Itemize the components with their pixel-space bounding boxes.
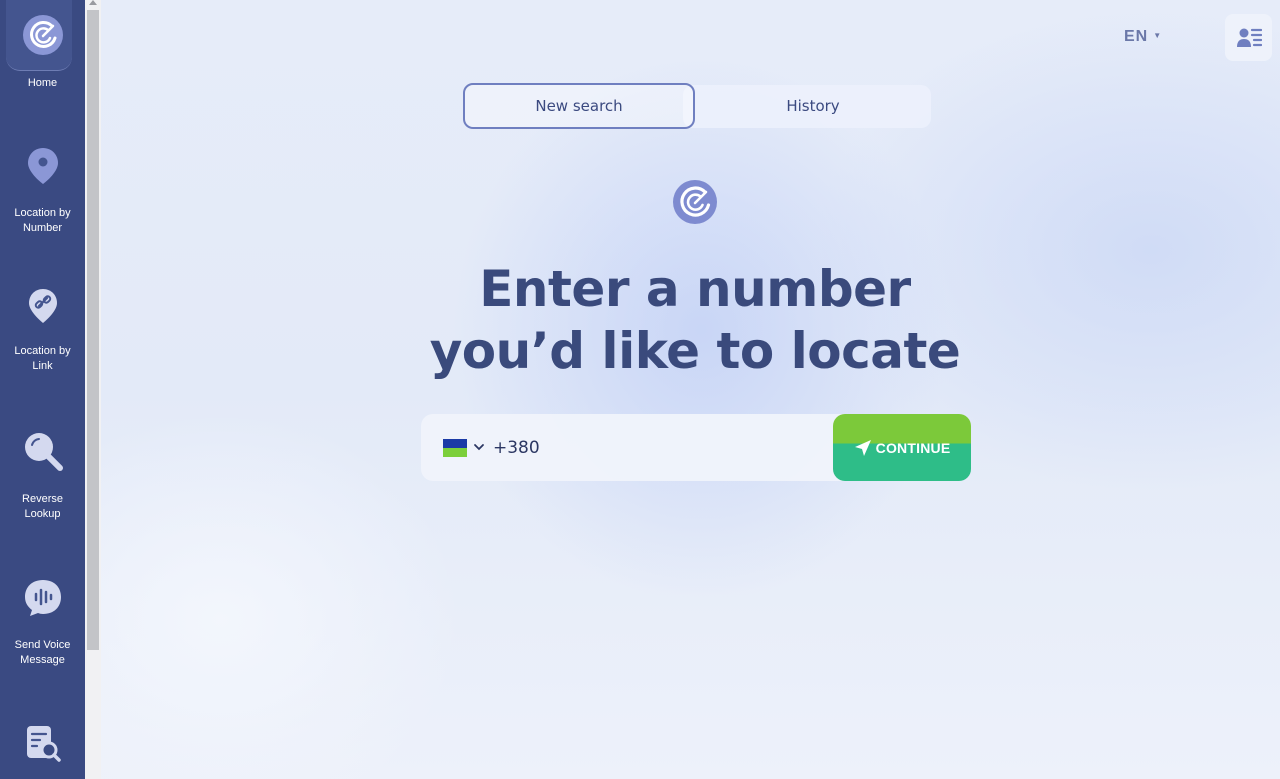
sidebar-item-location-by-number[interactable]: Location by Number [0, 146, 85, 236]
tab-new-search[interactable]: New search [463, 83, 695, 129]
country-flag-icon[interactable] [443, 439, 467, 457]
sidebar-item-home[interactable]: Home [0, 14, 85, 91]
link-pin-icon [28, 289, 57, 323]
sidebar-item-label: Location by Number [14, 207, 71, 234]
language-selector[interactable]: EN ▼ [1124, 28, 1162, 46]
search-tabs: New search History [463, 83, 931, 129]
map-pin-icon [27, 148, 58, 184]
sidebar: Home Location by Number Location by Link… [0, 0, 85, 779]
sidebar-item-label: Home [27, 77, 58, 89]
document-search-icon [26, 726, 61, 762]
radar-logo-icon [673, 180, 717, 224]
sidebar-item-label: Reverse Lookup [22, 493, 63, 520]
chevron-down-icon[interactable] [473, 442, 485, 452]
continue-button[interactable]: CONTINUE [833, 414, 971, 481]
send-arrow-icon [854, 439, 871, 456]
sidebar-item-label: Location by Link [14, 345, 71, 372]
tab-history[interactable]: History [695, 83, 931, 129]
sidebar-item-document-search[interactable] [0, 724, 85, 764]
sidebar-item-reverse-lookup[interactable]: Reverse Lookup [0, 430, 85, 522]
account-list-icon [1236, 28, 1262, 47]
voice-message-icon [24, 580, 61, 616]
sidebar-item-location-by-link[interactable]: Location by Link [0, 287, 85, 374]
scrollbar-thumb[interactable] [87, 10, 99, 650]
magnifier-icon [24, 433, 63, 471]
account-button[interactable] [1225, 14, 1272, 61]
caret-down-icon: ▼ [1153, 31, 1163, 40]
page-title: Enter a number you’d like to locate [400, 258, 990, 382]
scroll-up-arrow-icon[interactable] [89, 0, 97, 5]
language-code: EN [1124, 28, 1149, 45]
continue-button-label: CONTINUE [875, 439, 951, 456]
page-title-line-2: you’d like to locate [429, 322, 961, 380]
page-title-line-1: Enter a number [479, 260, 911, 318]
sidebar-item-send-voice-message[interactable]: Send Voice Message [0, 578, 85, 668]
sidebar-item-label: Send Voice Message [14, 639, 71, 666]
phone-number-input[interactable] [491, 432, 825, 464]
radar-logo-icon [22, 15, 63, 55]
